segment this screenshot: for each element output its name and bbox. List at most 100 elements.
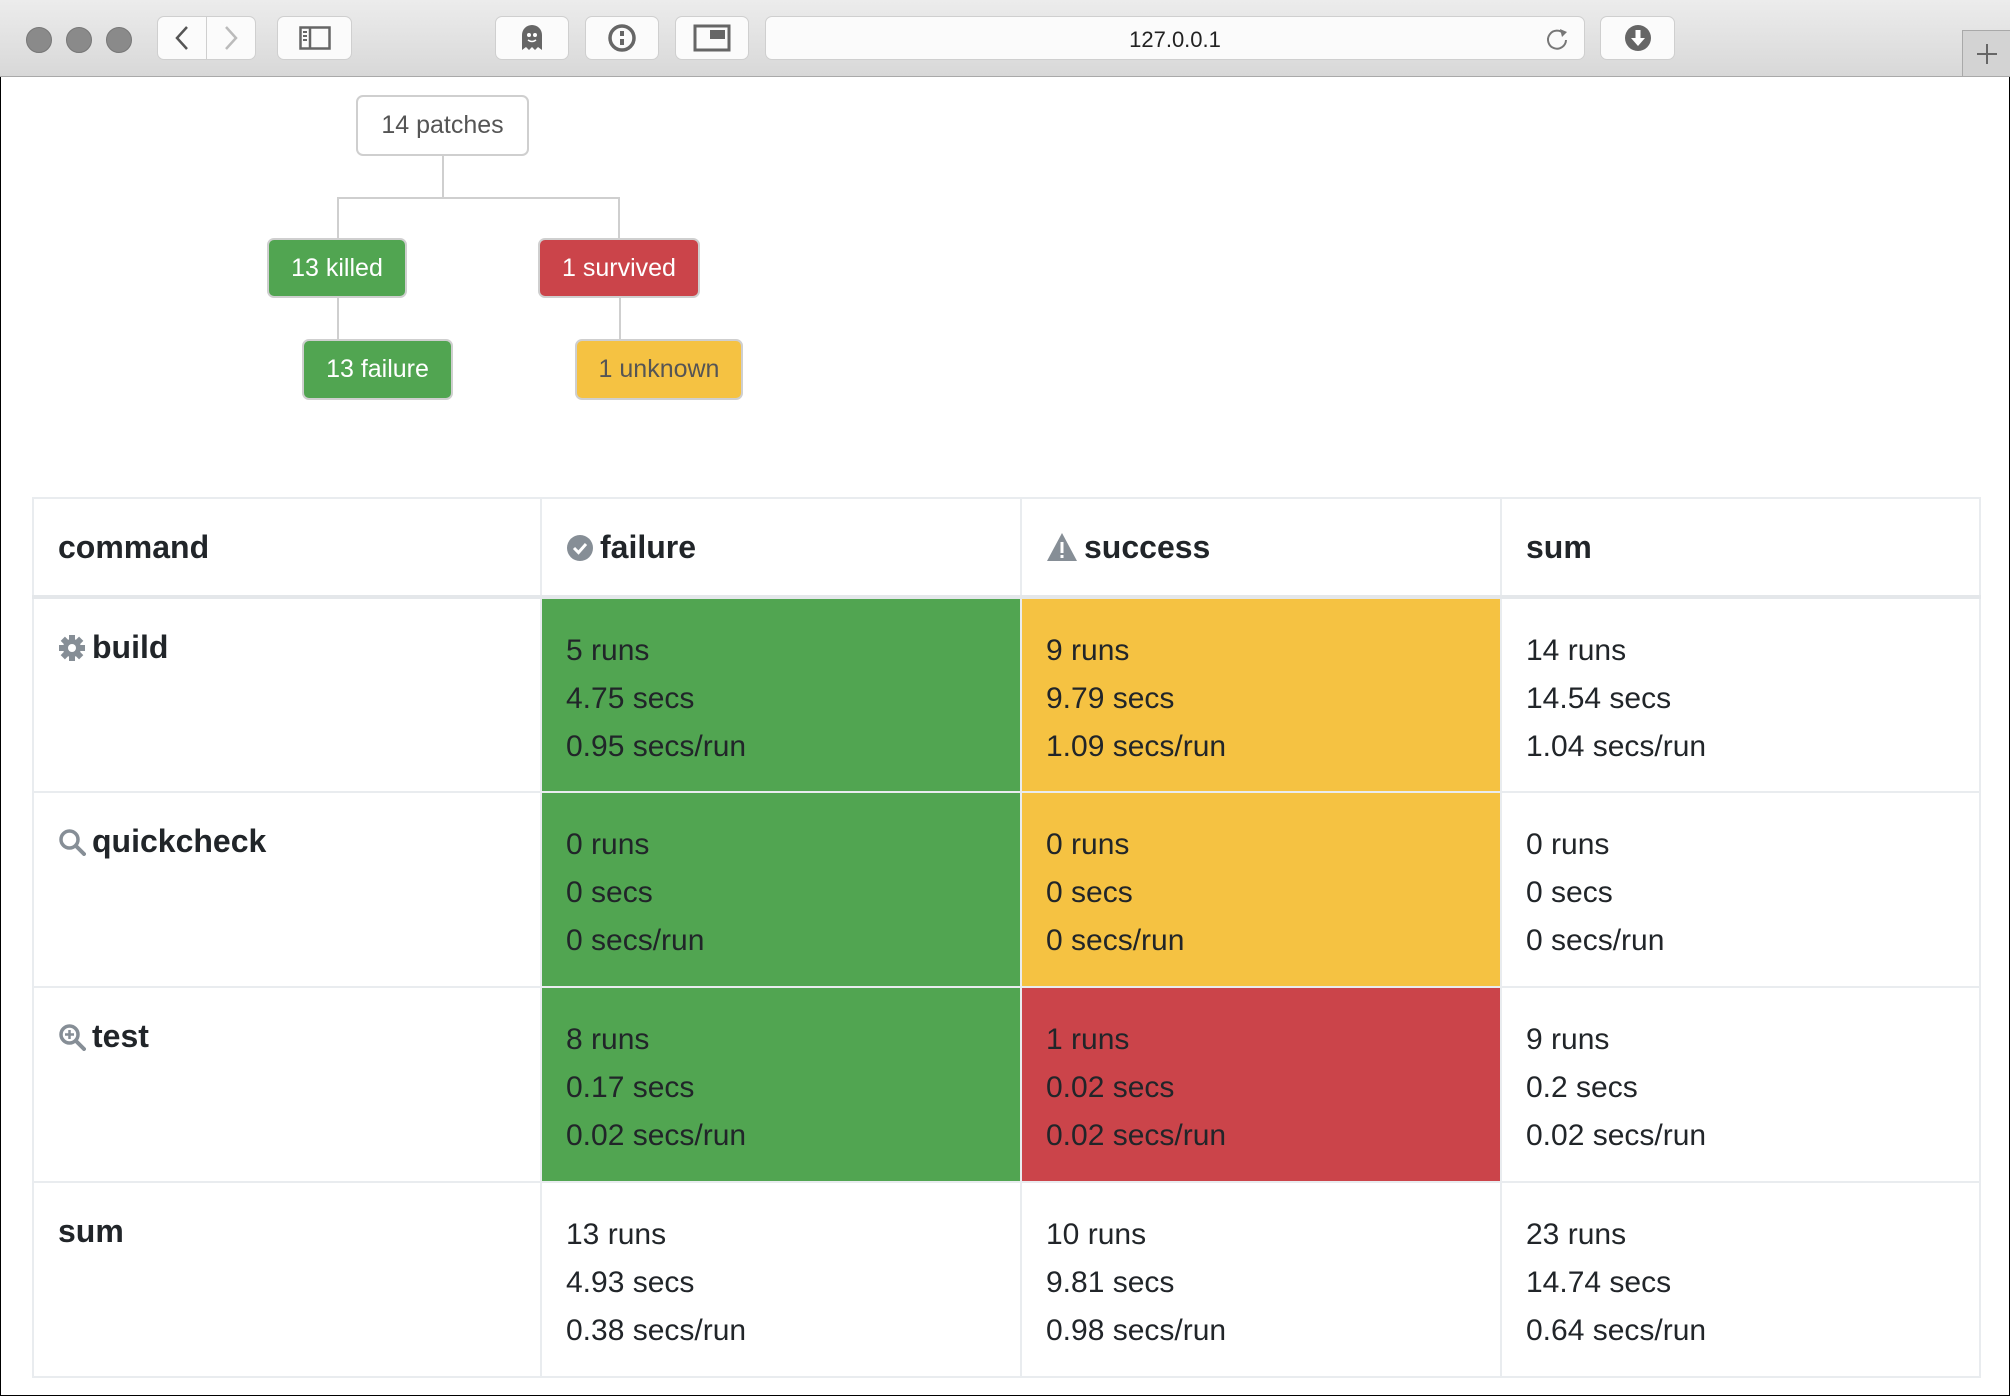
zoom-window-button[interactable] [106, 27, 132, 53]
secs-value: 4.75 secs [566, 682, 695, 715]
back-button[interactable] [157, 16, 207, 60]
tree-node-survived: 1 survived [538, 238, 700, 298]
failure-cell: 8 runs 0.17 secs 0.02 secs/run [540, 986, 1022, 1183]
download-icon [1624, 25, 1651, 51]
tree-connector [337, 197, 339, 239]
secs-per-run-value: 0.64 secs/run [1526, 1314, 1707, 1347]
check-circle-icon [567, 534, 593, 561]
new-tab-button[interactable] [1962, 30, 2010, 76]
address-bar[interactable]: 127.0.0.1 [765, 16, 1585, 60]
secs-per-run-value: 0.38 secs/run [566, 1314, 747, 1347]
command-cell: test [32, 986, 542, 1183]
minimize-window-button[interactable] [66, 27, 92, 53]
secs-value: 0 secs [1526, 876, 1613, 909]
secs-per-run-value: 0.02 secs/run [1046, 1119, 1227, 1152]
password-manager-button[interactable] [585, 16, 659, 60]
secs-per-run-value: 1.04 secs/run [1526, 730, 1707, 763]
url-text: 127.0.0.1 [1129, 27, 1221, 52]
tree-connector [337, 298, 339, 340]
tree-node-failure: 13 failure [302, 339, 453, 400]
close-window-button[interactable] [26, 27, 52, 53]
failure-cell: 5 runs 4.75 secs 0.95 secs/run [540, 596, 1022, 793]
runs-value: 1 runs [1046, 1023, 1130, 1056]
tree-connector [442, 156, 444, 198]
success-cell: 9 runs 9.79 secs 1.09 secs/run [1020, 596, 1502, 793]
tree-connector [337, 197, 620, 199]
table-row-sum: sum 13 runs 4.93 secs 0.38 secs/run 10 r… [32, 1181, 1981, 1378]
runs-value: 0 runs [1046, 828, 1130, 861]
tree-node-unknown: 1 unknown [575, 339, 743, 400]
success-cell: 10 runs 9.81 secs 0.98 secs/run [1020, 1181, 1502, 1378]
runs-value: 0 runs [1526, 828, 1610, 861]
picture-in-picture-icon [693, 24, 731, 52]
key-lock-icon [608, 24, 636, 52]
secs-per-run-value: 0 secs/run [1526, 924, 1665, 957]
secs-value: 0.17 secs [566, 1071, 695, 1104]
secs-value: 14.54 secs [1526, 682, 1672, 715]
failure-cell: 0 runs 0 secs 0 secs/run [540, 791, 1022, 988]
secs-value: 4.93 secs [566, 1266, 695, 1299]
runs-value: 5 runs [566, 634, 650, 667]
ghost-icon [522, 25, 542, 50]
secs-per-run-value: 1.09 secs/run [1046, 730, 1227, 763]
plus-icon [1976, 43, 1997, 64]
table-row-quickcheck: quickcheck 0 runs 0 secs 0 secs/run 0 ru… [32, 791, 1981, 988]
header-command: command [32, 497, 542, 599]
secs-per-run-value: 0.02 secs/run [1526, 1119, 1707, 1152]
browser-toolbar: 127.0.0.1 [0, 0, 2010, 77]
secs-value: 0.02 secs [1046, 1071, 1175, 1104]
table-row-build: build 5 runs 4.75 secs 0.95 secs/run 9 r… [32, 596, 1981, 793]
ghostery-button[interactable] [495, 16, 569, 60]
command-cell: build [32, 596, 542, 793]
secs-per-run-value: 0 secs/run [566, 924, 705, 957]
runs-value: 9 runs [1526, 1023, 1610, 1056]
header-failure: failure [540, 497, 1022, 599]
sidebar-button[interactable] [277, 16, 352, 60]
chevron-left-icon [175, 26, 188, 50]
runs-value: 14 runs [1526, 634, 1627, 667]
tree-node-patches: 14 patches [356, 95, 529, 156]
failure-cell: 13 runs 4.93 secs 0.38 secs/run [540, 1181, 1022, 1378]
command-cell: quickcheck [32, 791, 542, 988]
secs-per-run-value: 0.95 secs/run [566, 730, 747, 763]
tree-connector [619, 298, 621, 340]
sidebar-icon [298, 26, 331, 50]
reload-icon[interactable] [1544, 26, 1570, 52]
chevron-right-icon [225, 26, 238, 50]
runs-value: 23 runs [1526, 1218, 1627, 1251]
tree-node-killed: 13 killed [267, 238, 407, 298]
runs-value: 10 runs [1046, 1218, 1147, 1251]
command-cell: sum [32, 1181, 542, 1378]
warning-icon [1047, 532, 1077, 561]
secs-per-run-value: 0.02 secs/run [566, 1119, 747, 1152]
sum-cell: 23 runs 14.74 secs 0.64 secs/run [1500, 1181, 1981, 1378]
downloads-button[interactable] [1600, 16, 1675, 60]
table-row-test: test 8 runs 0.17 secs 0.02 secs/run 1 ru… [32, 986, 1981, 1183]
secs-value: 0 secs [566, 876, 653, 909]
forward-button[interactable] [206, 16, 256, 60]
secs-value: 9.79 secs [1046, 682, 1175, 715]
runs-value: 9 runs [1046, 634, 1130, 667]
secs-per-run-value: 0.98 secs/run [1046, 1314, 1227, 1347]
secs-value: 14.74 secs [1526, 1266, 1672, 1299]
secs-per-run-value: 0 secs/run [1046, 924, 1185, 957]
results-table: command failure success sum build 5 runs… [32, 497, 1981, 1378]
search-icon [59, 829, 86, 856]
picture-in-picture-button[interactable] [675, 16, 749, 60]
secs-value: 9.81 secs [1046, 1266, 1175, 1299]
header-success: success [1020, 497, 1502, 599]
gear-icon [59, 635, 85, 661]
sum-cell: 14 runs 14.54 secs 1.04 secs/run [1500, 596, 1981, 793]
header-sum: sum [1500, 497, 1981, 599]
table-header-row: command failure success sum [32, 497, 1981, 599]
secs-value: 0 secs [1046, 876, 1133, 909]
secs-value: 0.2 secs [1526, 1071, 1638, 1104]
success-cell: 1 runs 0.02 secs 0.02 secs/run [1020, 986, 1502, 1183]
runs-value: 0 runs [566, 828, 650, 861]
sum-cell: 0 runs 0 secs 0 secs/run [1500, 791, 1981, 988]
tree-connector [618, 197, 620, 239]
zoom-in-icon [59, 1024, 86, 1051]
runs-value: 13 runs [566, 1218, 667, 1251]
success-cell: 0 runs 0 secs 0 secs/run [1020, 791, 1502, 988]
runs-value: 8 runs [566, 1023, 650, 1056]
